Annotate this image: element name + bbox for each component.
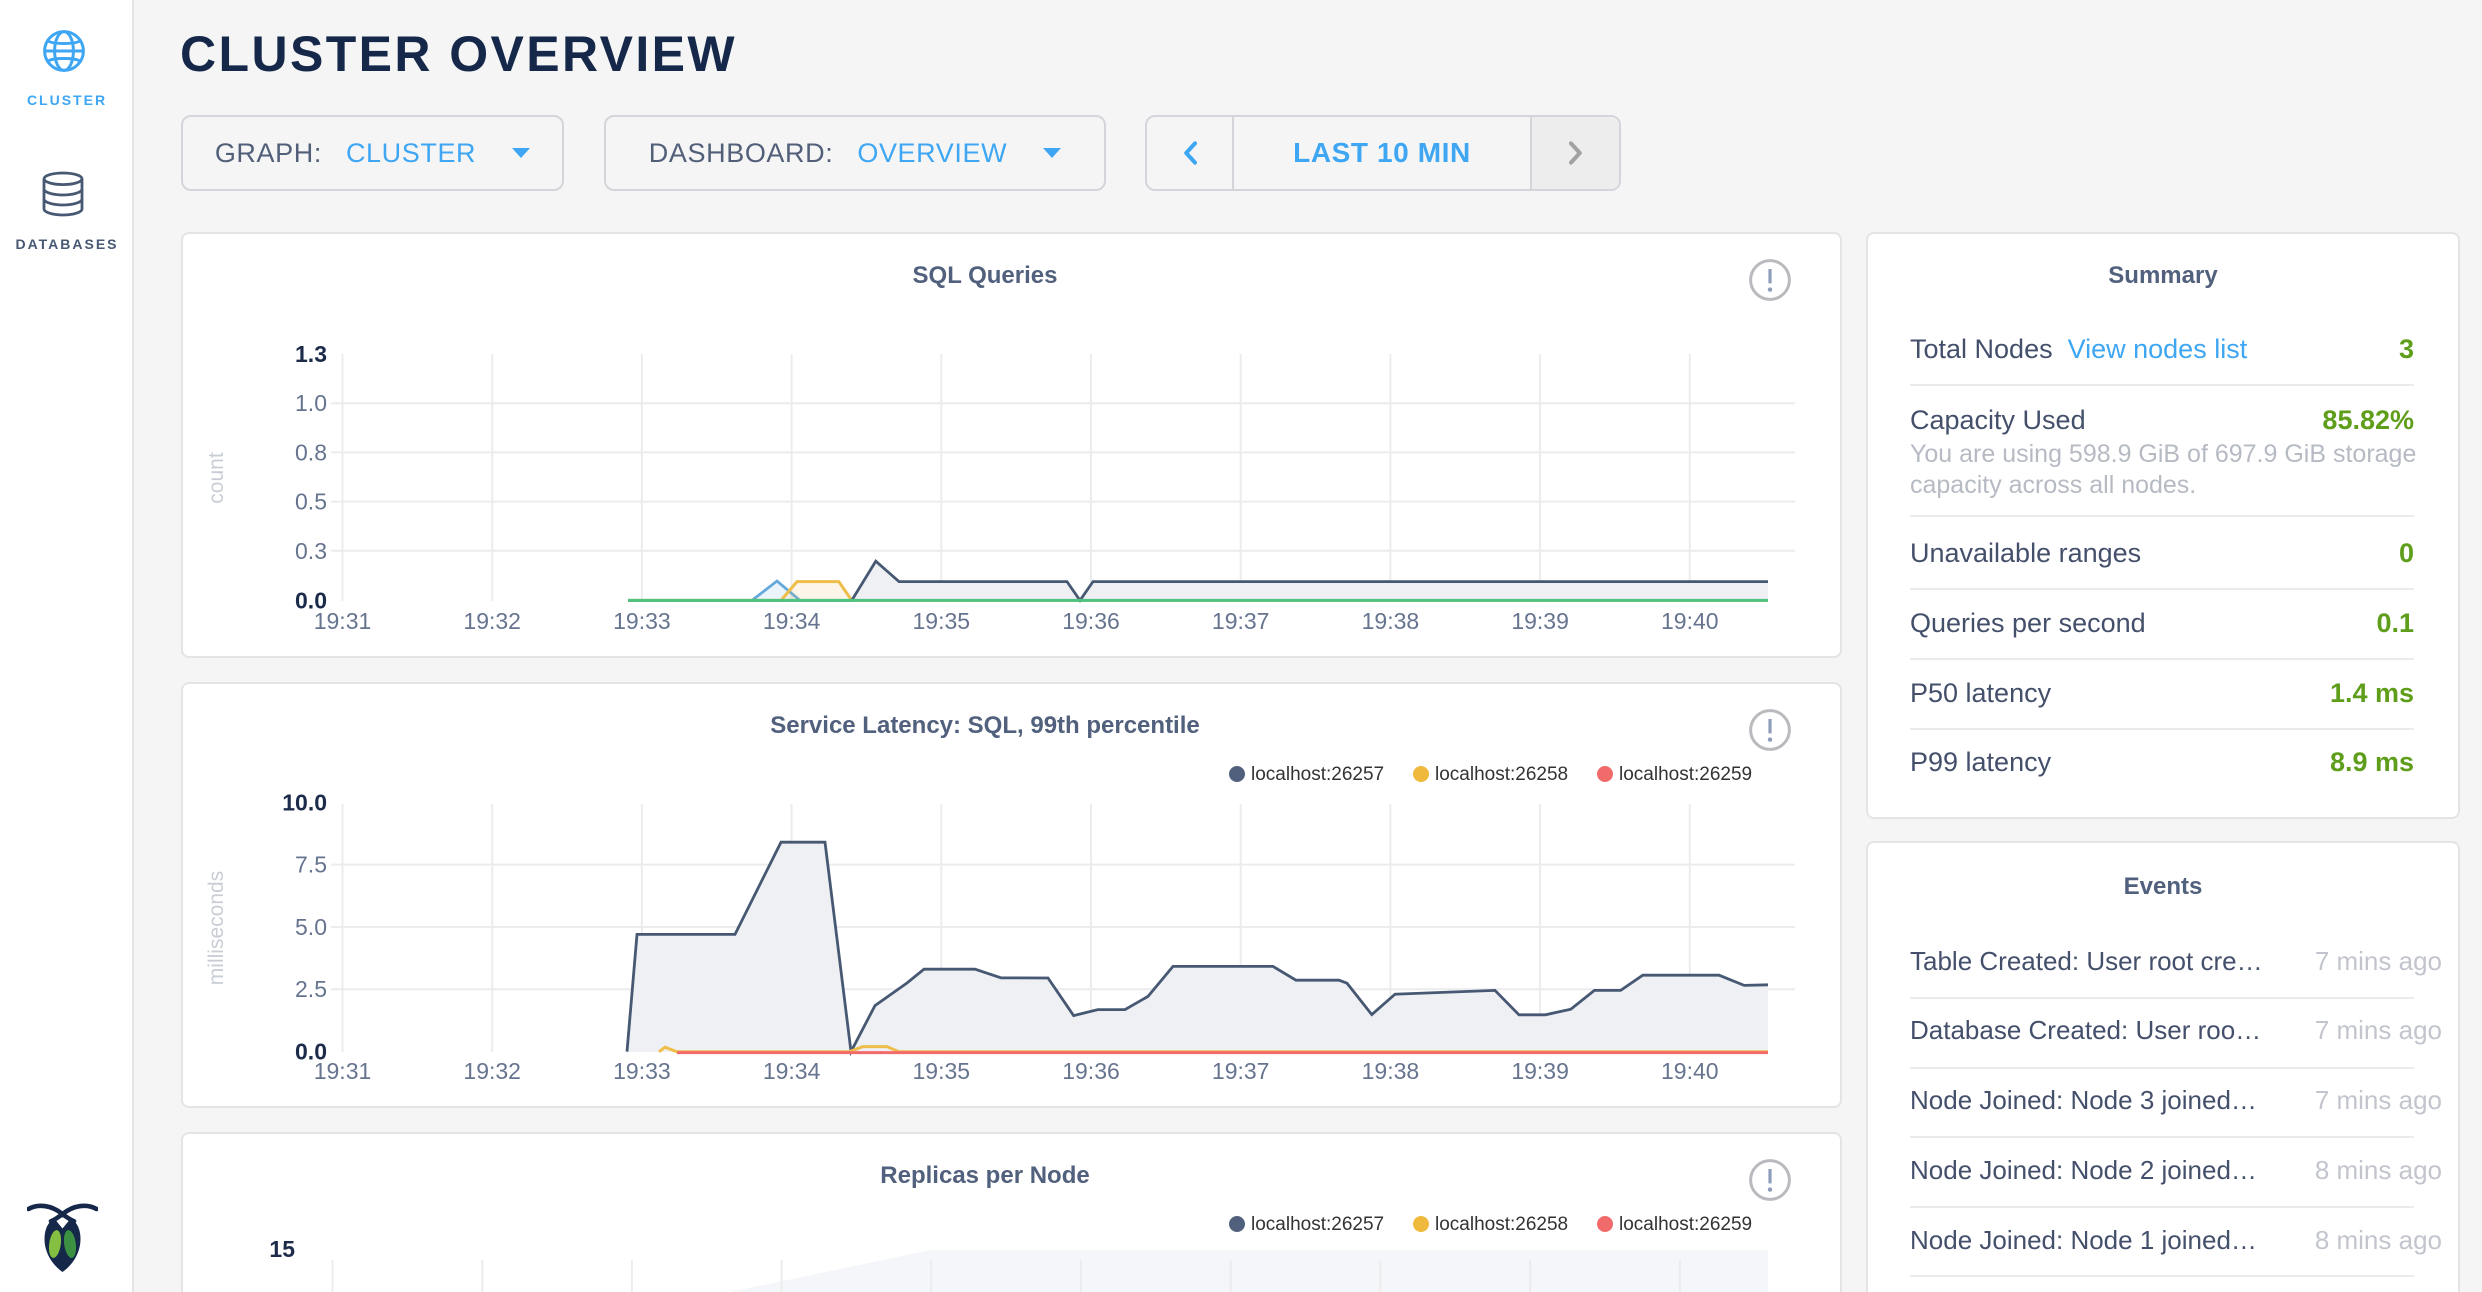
svg-text:19:40: 19:40 bbox=[1661, 608, 1719, 634]
svg-text:milliseconds: milliseconds bbox=[205, 871, 228, 985]
svg-text:19:39: 19:39 bbox=[1511, 608, 1569, 634]
svg-text:19:32: 19:32 bbox=[463, 1058, 521, 1084]
svg-text:1.3: 1.3 bbox=[295, 341, 327, 367]
svg-text:0.3: 0.3 bbox=[295, 538, 327, 564]
svg-text:19:31: 19:31 bbox=[314, 1058, 372, 1084]
svg-text:1.0: 1.0 bbox=[295, 390, 327, 416]
svg-text:0.5: 0.5 bbox=[295, 489, 327, 515]
svg-text:0.8: 0.8 bbox=[295, 439, 327, 465]
svg-text:19:33: 19:33 bbox=[613, 1058, 671, 1084]
svg-text:19:37: 19:37 bbox=[1212, 608, 1270, 634]
svg-text:7.5: 7.5 bbox=[295, 852, 327, 878]
svg-text:19:39: 19:39 bbox=[1511, 1058, 1569, 1084]
svg-text:19:33: 19:33 bbox=[613, 608, 671, 634]
svg-text:19:37: 19:37 bbox=[1212, 1058, 1270, 1084]
svg-text:19:36: 19:36 bbox=[1062, 608, 1120, 634]
svg-text:15: 15 bbox=[269, 1236, 295, 1262]
svg-text:19:31: 19:31 bbox=[314, 608, 372, 634]
svg-text:19:38: 19:38 bbox=[1362, 1058, 1420, 1084]
svg-text:2.5: 2.5 bbox=[295, 976, 327, 1002]
svg-text:19:34: 19:34 bbox=[763, 1058, 821, 1084]
svg-text:5.0: 5.0 bbox=[295, 914, 327, 940]
svg-text:19:40: 19:40 bbox=[1661, 1058, 1719, 1084]
svg-text:count: count bbox=[205, 452, 228, 504]
svg-text:19:35: 19:35 bbox=[913, 1058, 971, 1084]
svg-text:19:34: 19:34 bbox=[763, 608, 821, 634]
svg-text:19:38: 19:38 bbox=[1362, 608, 1420, 634]
svg-text:19:32: 19:32 bbox=[463, 608, 521, 634]
svg-text:19:35: 19:35 bbox=[913, 608, 971, 634]
svg-text:10.0: 10.0 bbox=[282, 789, 327, 815]
svg-text:19:36: 19:36 bbox=[1062, 1058, 1120, 1084]
